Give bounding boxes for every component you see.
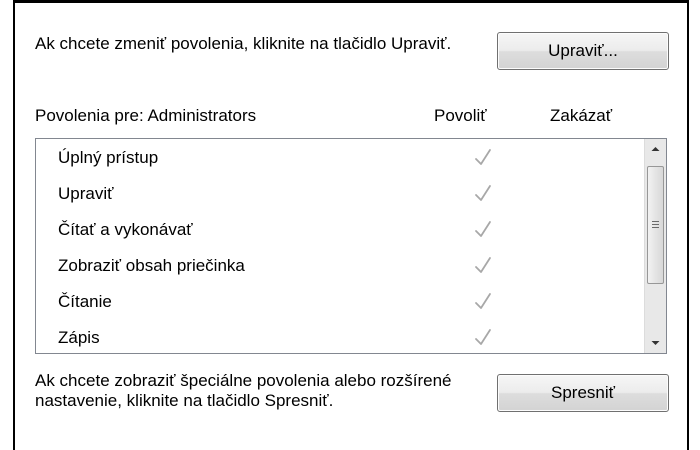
permission-row: Zápis: [58, 322, 638, 355]
permissions-list[interactable]: Úplný prístup Upraviť Čítať a vykonávať Zob…: [35, 138, 667, 354]
advanced-instruction-text: Ak chcete zobraziť špeciálne povolenia a…: [35, 371, 452, 410]
scroll-down-arrow-icon[interactable]: [645, 333, 666, 353]
permission-row: Čítanie: [58, 286, 638, 319]
permission-row: Úplný prístup: [58, 142, 638, 175]
permissions-list-scrollbar[interactable]: [644, 139, 666, 353]
advanced-button[interactable]: Spresniť: [497, 374, 669, 412]
allow-checkmark-icon: [473, 181, 493, 205]
permission-name: Čítať a vykonávať: [58, 220, 193, 239]
scroll-up-arrow-icon[interactable]: [645, 139, 666, 159]
permission-row: Zobraziť obsah priečinka: [58, 250, 638, 283]
permissions-for-label: Povolenia pre: Administrators: [35, 106, 257, 125]
panel-top-border: [13, 0, 689, 3]
permission-row: Čítať a vykonávať: [58, 214, 638, 247]
permission-name: Čítanie: [58, 292, 112, 311]
allow-checkmark-icon: [473, 217, 493, 241]
thumb-grip-line: [652, 224, 659, 225]
allow-column-header: Povoliť: [434, 106, 487, 125]
allow-checkmark-icon: [473, 289, 493, 313]
allow-checkmark-icon: [473, 253, 493, 277]
permission-name: Zápis: [58, 328, 100, 347]
allow-checkmark-icon: [473, 325, 493, 349]
edit-button[interactable]: Upraviť...: [497, 32, 669, 70]
permission-name: Úplný prístup: [58, 148, 159, 167]
deny-column-header: Zakázať: [550, 106, 613, 125]
allow-checkmark-icon: [473, 145, 493, 169]
permission-name: Zobraziť obsah priečinka: [58, 256, 245, 275]
permission-name: Upraviť: [58, 184, 114, 203]
thumb-grip-line: [652, 221, 659, 222]
scrollbar-thumb[interactable]: [647, 166, 664, 284]
edit-instruction-text: Ak chcete zmeniť povolenia, kliknite na …: [35, 34, 452, 53]
thumb-grip-line: [652, 227, 659, 228]
permission-row: Upraviť: [58, 178, 638, 211]
